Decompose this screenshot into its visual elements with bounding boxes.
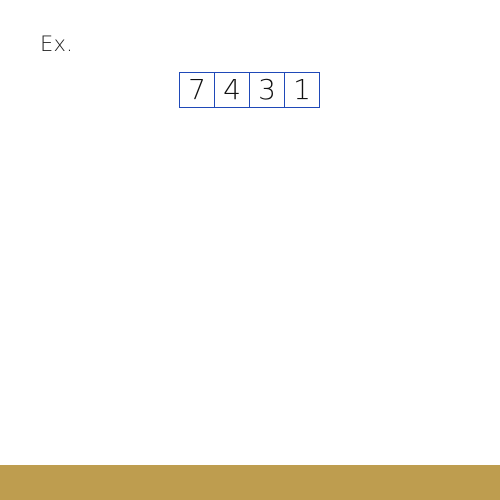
digit-box-4: 1 bbox=[285, 73, 320, 107]
digit-box-3: 3 bbox=[250, 73, 285, 107]
digit-box-1: 7 bbox=[180, 73, 215, 107]
footer-bar bbox=[0, 465, 500, 500]
example-label: Ex. bbox=[40, 32, 73, 56]
digit-boxes: 7 4 3 1 bbox=[179, 72, 320, 108]
digit-box-2: 4 bbox=[215, 73, 250, 107]
